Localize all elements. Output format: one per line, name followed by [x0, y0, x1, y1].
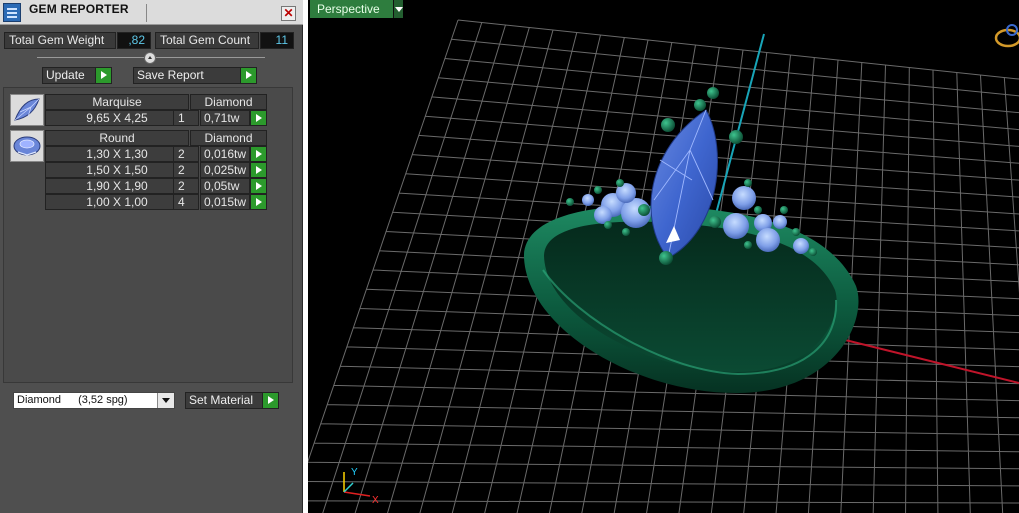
total-weight-value: ,82 [117, 32, 151, 49]
play-arrow-icon [256, 114, 262, 122]
gem-weight-cell: 0,015tw [200, 194, 250, 210]
save-report-go-icon [240, 68, 256, 83]
update-label: Update [46, 68, 85, 82]
play-arrow-icon [256, 166, 262, 174]
select-gem-row-button[interactable] [250, 146, 267, 162]
title-bar[interactable]: GEM REPORTER ✕ [0, 0, 303, 25]
total-count-label: Total Gem Count [155, 32, 259, 49]
chevron-down-icon[interactable] [393, 0, 403, 18]
material-density: (3,52 spg) [78, 394, 128, 406]
axis-gizmo: Y X [343, 467, 379, 506]
select-gem-row-button[interactable] [250, 178, 267, 194]
gem-weight-cell: 0,025tw [200, 162, 250, 178]
gem-count-cell: 4 [173, 194, 199, 210]
update-go-icon [95, 68, 111, 83]
view-mode-tab[interactable]: Perspective [310, 0, 403, 18]
close-icon: ✕ [283, 6, 294, 20]
gem-size-cell: 1,90 X 1,90 [45, 178, 189, 194]
axis-y-label: Y [351, 467, 358, 478]
play-arrow-icon [256, 198, 262, 206]
title-divider [146, 4, 147, 22]
marquise-gem-icon [10, 94, 44, 126]
gem-count-cell: 2 [173, 178, 199, 194]
material-name: Diamond [17, 394, 62, 406]
gem-size-cell: 1,00 X 1,00 [45, 194, 189, 210]
gem-count-cell: 2 [173, 162, 199, 178]
select-gem-row-button[interactable] [250, 194, 267, 210]
total-weight-label: Total Gem Weight [4, 32, 116, 49]
save-report-button[interactable]: Save Report [133, 67, 257, 84]
axis-x-label: X [372, 495, 379, 506]
round-gem-icon [10, 130, 44, 162]
gem-count-cell: 2 [173, 146, 199, 162]
update-button[interactable]: Update [42, 67, 112, 84]
set-material-label: Set Material [189, 393, 254, 407]
save-report-label: Save Report [137, 68, 204, 82]
chevron-down-icon[interactable] [157, 393, 174, 408]
gem-count-cell: 1 [173, 110, 199, 126]
gem-weight-cell: 0,71tw [200, 110, 250, 126]
window-title: GEM REPORTER [29, 2, 129, 16]
select-gem-row-button[interactable] [250, 110, 267, 126]
gem-reporter-panel: GEM REPORTER ✕ Total Gem Weight ,82 Tota… [0, 0, 303, 513]
play-arrow-icon [256, 150, 262, 158]
close-button[interactable]: ✕ [281, 6, 296, 21]
set-material-go-icon [262, 393, 278, 408]
perspective-viewport[interactable]: Y X Perspective [308, 0, 1019, 513]
material-select[interactable]: Diamond (3,52 spg) [13, 392, 175, 409]
gem-group-material-header: Diamond [190, 94, 267, 110]
view-mode-label: Perspective [317, 2, 380, 16]
gem-weight-cell: 0,016tw [200, 146, 250, 162]
select-gem-row-button[interactable] [250, 162, 267, 178]
panel-splitter-handle[interactable] [144, 52, 156, 64]
set-material-button[interactable]: Set Material [185, 392, 279, 409]
gem-group-material-header: Diamond [190, 130, 267, 146]
gem-group-shape-header: Round [45, 130, 189, 146]
gem-size-cell: 1,30 X 1,30 [45, 146, 189, 162]
viewport-canvas[interactable]: Y X [308, 0, 1019, 513]
view-cube-ring-icon[interactable] [994, 24, 1019, 48]
gem-size-cell: 1,50 X 1,50 [45, 162, 189, 178]
play-arrow-icon [256, 182, 262, 190]
gem-group-shape-header: Marquise [45, 94, 189, 110]
total-count-value: 11 [260, 32, 294, 49]
gem-weight-cell: 0,05tw [200, 178, 250, 194]
gem-size-cell: 9,65 X 4,25 [45, 110, 189, 126]
gem-reporter-app-icon [3, 3, 21, 22]
